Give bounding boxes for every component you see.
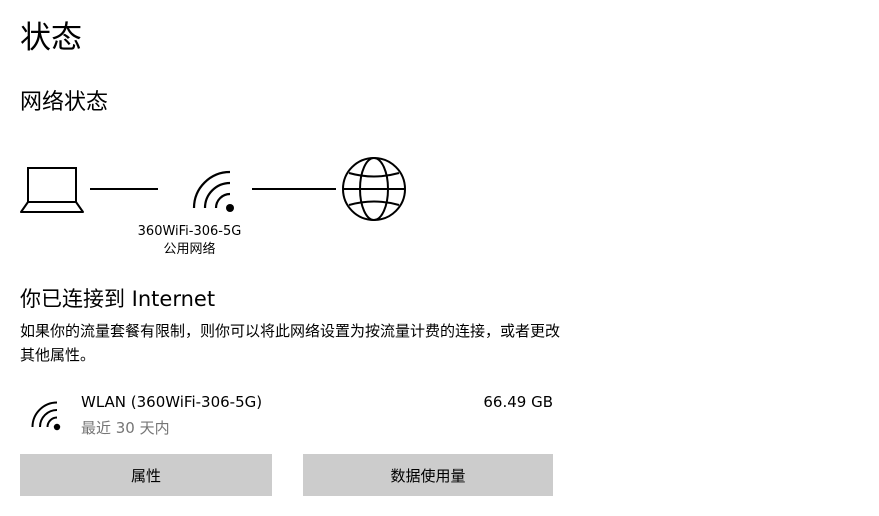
- page-title: 状态: [20, 20, 82, 56]
- connection-line: [90, 188, 158, 190]
- connection-status-heading: 你已连接到 Internet: [20, 287, 216, 311]
- adapter-period: 最近 30 天内: [81, 419, 170, 437]
- network-type: 公用网络: [163, 242, 216, 257]
- globe-icon: [342, 157, 406, 221]
- network-caption: 360WiFi-306-5G 公用网络: [122, 223, 257, 259]
- connection-line: [252, 188, 336, 190]
- adapter-data-usage: 66.49 GB: [483, 393, 553, 411]
- adapter-usage-row: WLAN (360WiFi-306-5G) 最近 30 天内 66.49 GB: [20, 388, 553, 444]
- network-name: 360WiFi-306-5G: [137, 224, 242, 239]
- data-usage-button[interactable]: 数据使用量: [303, 454, 553, 496]
- wifi-icon: [192, 170, 234, 212]
- properties-button[interactable]: 属性: [20, 454, 272, 496]
- wifi-icon: [31, 401, 61, 431]
- connection-status-description: 如果你的流量套餐有限制，则你可以将此网络设置为按流量计费的连接，或者更改其他属性…: [20, 322, 561, 364]
- adapter-name: WLAN (360WiFi-306-5G): [81, 393, 263, 411]
- network-status-title: 网络状态: [20, 90, 109, 115]
- laptop-icon: [20, 167, 84, 213]
